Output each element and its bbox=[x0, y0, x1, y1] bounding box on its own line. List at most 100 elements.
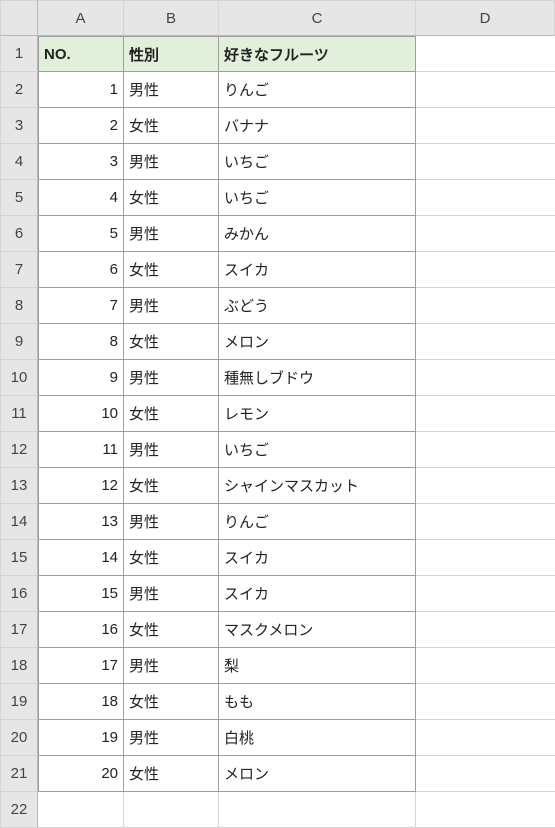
cell-no-20[interactable]: 19 bbox=[38, 720, 124, 756]
cell-d18[interactable] bbox=[416, 648, 555, 684]
cell-no-16[interactable]: 15 bbox=[38, 576, 124, 612]
cell-no-14[interactable]: 13 bbox=[38, 504, 124, 540]
row-head-4[interactable]: 4 bbox=[0, 144, 38, 180]
cell-fruit-14[interactable]: りんご bbox=[219, 504, 416, 540]
cell-d1[interactable] bbox=[416, 36, 555, 72]
cell-fruit-21[interactable]: メロン bbox=[219, 756, 416, 792]
cell-fruit-11[interactable]: レモン bbox=[219, 396, 416, 432]
cell-fruit-16[interactable]: スイカ bbox=[219, 576, 416, 612]
cell-fruit-10[interactable]: 種無しブドウ bbox=[219, 360, 416, 396]
cell-no-5[interactable]: 4 bbox=[38, 180, 124, 216]
cell-gender-9[interactable]: 女性 bbox=[124, 324, 219, 360]
cell-gender-19[interactable]: 女性 bbox=[124, 684, 219, 720]
row-head-22[interactable]: 22 bbox=[0, 792, 38, 828]
cell-d9[interactable] bbox=[416, 324, 555, 360]
select-all-corner[interactable] bbox=[0, 0, 38, 36]
cell-d2[interactable] bbox=[416, 72, 555, 108]
row-head-5[interactable]: 5 bbox=[0, 180, 38, 216]
cell-d22[interactable] bbox=[416, 792, 555, 828]
cell-d14[interactable] bbox=[416, 504, 555, 540]
row-head-9[interactable]: 9 bbox=[0, 324, 38, 360]
header-fruit[interactable]: 好きなフルーツ bbox=[219, 36, 416, 72]
cell-d19[interactable] bbox=[416, 684, 555, 720]
cell-d15[interactable] bbox=[416, 540, 555, 576]
cell-d11[interactable] bbox=[416, 396, 555, 432]
cell-fruit-15[interactable]: スイカ bbox=[219, 540, 416, 576]
header-gender[interactable]: 性別 bbox=[124, 36, 219, 72]
cell-fruit-4[interactable]: いちご bbox=[219, 144, 416, 180]
cell-no-21[interactable]: 20 bbox=[38, 756, 124, 792]
cell-gender-21[interactable]: 女性 bbox=[124, 756, 219, 792]
cell-no-4[interactable]: 3 bbox=[38, 144, 124, 180]
cell-fruit-2[interactable]: りんご bbox=[219, 72, 416, 108]
row-head-15[interactable]: 15 bbox=[0, 540, 38, 576]
col-head-c[interactable]: C bbox=[219, 0, 416, 36]
cell-fruit-8[interactable]: ぶどう bbox=[219, 288, 416, 324]
cell-no-10[interactable]: 9 bbox=[38, 360, 124, 396]
row-head-21[interactable]: 21 bbox=[0, 756, 38, 792]
cell-gender-14[interactable]: 男性 bbox=[124, 504, 219, 540]
cell-no-12[interactable]: 11 bbox=[38, 432, 124, 468]
cell-gender-5[interactable]: 女性 bbox=[124, 180, 219, 216]
cell-d6[interactable] bbox=[416, 216, 555, 252]
cell-d21[interactable] bbox=[416, 756, 555, 792]
cell-fruit-3[interactable]: バナナ bbox=[219, 108, 416, 144]
cell-fruit-17[interactable]: マスクメロン bbox=[219, 612, 416, 648]
cell-d12[interactable] bbox=[416, 432, 555, 468]
row-head-11[interactable]: 11 bbox=[0, 396, 38, 432]
cell-d8[interactable] bbox=[416, 288, 555, 324]
row-head-17[interactable]: 17 bbox=[0, 612, 38, 648]
cell-gender-20[interactable]: 男性 bbox=[124, 720, 219, 756]
cell-d13[interactable] bbox=[416, 468, 555, 504]
cell-b22[interactable] bbox=[124, 792, 219, 828]
cell-gender-6[interactable]: 男性 bbox=[124, 216, 219, 252]
cell-gender-13[interactable]: 女性 bbox=[124, 468, 219, 504]
cell-no-8[interactable]: 7 bbox=[38, 288, 124, 324]
cell-gender-7[interactable]: 女性 bbox=[124, 252, 219, 288]
row-head-18[interactable]: 18 bbox=[0, 648, 38, 684]
cell-d16[interactable] bbox=[416, 576, 555, 612]
row-head-3[interactable]: 3 bbox=[0, 108, 38, 144]
row-head-16[interactable]: 16 bbox=[0, 576, 38, 612]
cell-fruit-7[interactable]: スイカ bbox=[219, 252, 416, 288]
cell-gender-11[interactable]: 女性 bbox=[124, 396, 219, 432]
cell-c22[interactable] bbox=[219, 792, 416, 828]
cell-d10[interactable] bbox=[416, 360, 555, 396]
cell-d7[interactable] bbox=[416, 252, 555, 288]
spreadsheet-grid[interactable]: ABCD1NO.性別好きなフルーツ21男性りんご32女性バナナ43男性いちご54… bbox=[0, 0, 555, 828]
row-head-10[interactable]: 10 bbox=[0, 360, 38, 396]
cell-fruit-6[interactable]: みかん bbox=[219, 216, 416, 252]
cell-d20[interactable] bbox=[416, 720, 555, 756]
row-head-6[interactable]: 6 bbox=[0, 216, 38, 252]
row-head-1[interactable]: 1 bbox=[0, 36, 38, 72]
cell-gender-8[interactable]: 男性 bbox=[124, 288, 219, 324]
col-head-b[interactable]: B bbox=[124, 0, 219, 36]
cell-gender-4[interactable]: 男性 bbox=[124, 144, 219, 180]
cell-no-15[interactable]: 14 bbox=[38, 540, 124, 576]
row-head-12[interactable]: 12 bbox=[0, 432, 38, 468]
cell-d4[interactable] bbox=[416, 144, 555, 180]
row-head-14[interactable]: 14 bbox=[0, 504, 38, 540]
cell-fruit-18[interactable]: 梨 bbox=[219, 648, 416, 684]
cell-no-17[interactable]: 16 bbox=[38, 612, 124, 648]
cell-no-13[interactable]: 12 bbox=[38, 468, 124, 504]
cell-fruit-20[interactable]: 白桃 bbox=[219, 720, 416, 756]
cell-no-6[interactable]: 5 bbox=[38, 216, 124, 252]
cell-d3[interactable] bbox=[416, 108, 555, 144]
cell-d5[interactable] bbox=[416, 180, 555, 216]
row-head-2[interactable]: 2 bbox=[0, 72, 38, 108]
cell-no-18[interactable]: 17 bbox=[38, 648, 124, 684]
row-head-19[interactable]: 19 bbox=[0, 684, 38, 720]
cell-fruit-12[interactable]: いちご bbox=[219, 432, 416, 468]
row-head-7[interactable]: 7 bbox=[0, 252, 38, 288]
cell-fruit-13[interactable]: シャインマスカット bbox=[219, 468, 416, 504]
cell-no-11[interactable]: 10 bbox=[38, 396, 124, 432]
cell-gender-18[interactable]: 男性 bbox=[124, 648, 219, 684]
cell-no-19[interactable]: 18 bbox=[38, 684, 124, 720]
col-head-a[interactable]: A bbox=[38, 0, 124, 36]
cell-no-7[interactable]: 6 bbox=[38, 252, 124, 288]
cell-fruit-9[interactable]: メロン bbox=[219, 324, 416, 360]
col-head-d[interactable]: D bbox=[416, 0, 555, 36]
cell-gender-10[interactable]: 男性 bbox=[124, 360, 219, 396]
cell-no-9[interactable]: 8 bbox=[38, 324, 124, 360]
